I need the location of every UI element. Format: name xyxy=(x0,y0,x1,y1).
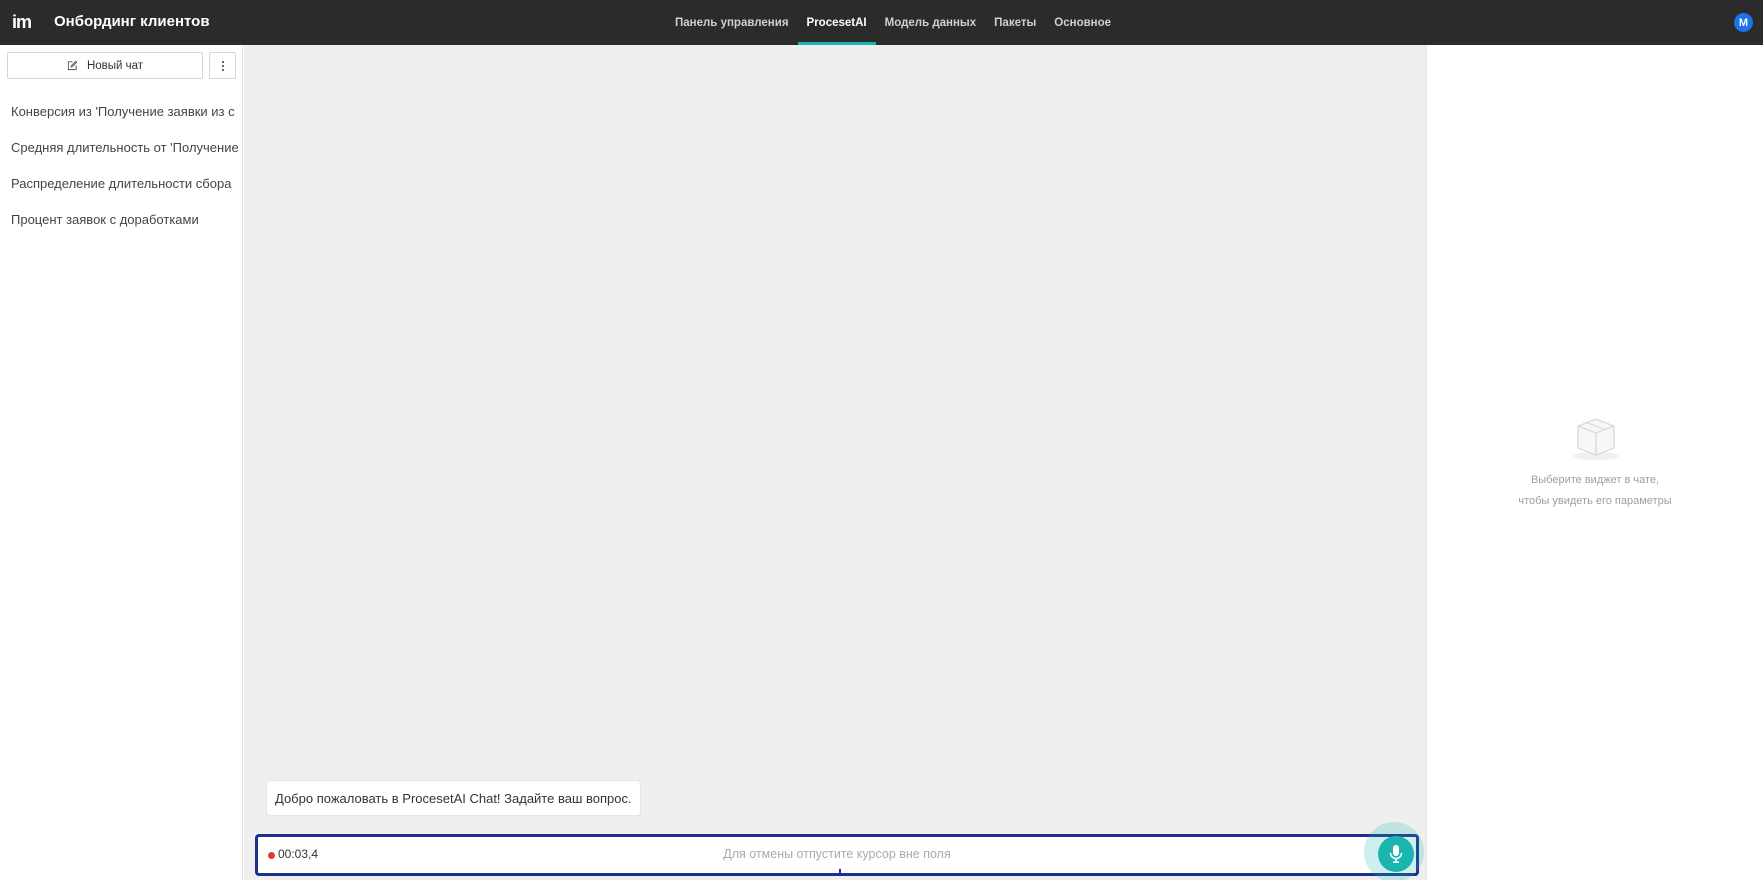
welcome-message: Добро пожаловать в ProcesetAI Chat! Зада… xyxy=(266,780,641,816)
edit-icon xyxy=(67,60,78,71)
chat-history-list: Конверсия из 'Получение заявки из с Сред… xyxy=(0,93,238,237)
more-options-button[interactable] xyxy=(209,52,236,79)
tab-procesetai[interactable]: ProcesetAI xyxy=(797,0,876,45)
app-logo[interactable]: im xyxy=(12,12,32,33)
new-chat-label: Новый чат xyxy=(86,59,144,72)
avatar[interactable]: M xyxy=(1734,13,1753,32)
new-chat-button[interactable]: Новый чат xyxy=(7,52,203,79)
voice-input-field[interactable]: 00:03,4 Для отмены отпустите курсор вне … xyxy=(255,834,1419,876)
empty-box-icon xyxy=(1573,418,1619,460)
chat-history-item[interactable]: Конверсия из 'Получение заявки из с xyxy=(0,93,238,129)
widget-settings-panel: Выберите виджет в чате, чтобы увидеть ег… xyxy=(1426,45,1763,880)
tab-general[interactable]: Основное xyxy=(1045,0,1120,45)
chat-history-item[interactable]: Средняя длительность от 'Получение xyxy=(0,129,238,165)
page-title: Онбординг клиентов xyxy=(54,13,210,30)
microphone-button[interactable] xyxy=(1378,836,1414,872)
tab-packages[interactable]: Пакеты xyxy=(985,0,1045,45)
empty-state-line-1: Выберите виджет в чате, xyxy=(1530,474,1660,486)
chat-history-item[interactable]: Распределение длительности сбора xyxy=(0,165,238,201)
chat-area: Добро пожаловать в ProcesetAI Chat! Зада… xyxy=(244,45,1426,880)
top-bar: im Онбординг клиентов Панель управления … xyxy=(0,0,1763,45)
main-nav: Панель управления ProcesetAI Модель данн… xyxy=(666,0,1120,45)
more-vertical-icon xyxy=(221,60,224,71)
empty-state-text: Выберите виджет в чате, чтобы увидеть ег… xyxy=(1427,470,1763,512)
tab-dashboard[interactable]: Панель управления xyxy=(666,0,798,45)
text-cursor xyxy=(839,869,841,876)
empty-state-line-2: чтобы увидеть его параметры xyxy=(1518,495,1672,507)
tab-data-model[interactable]: Модель данных xyxy=(876,0,986,45)
chat-sidebar: Новый чат Конверсия из 'Получение заявки… xyxy=(0,45,243,880)
microphone-icon xyxy=(1389,845,1403,864)
chat-history-item[interactable]: Процент заявок с доработками xyxy=(0,201,238,237)
cancel-hint: Для отмены отпустите курсор вне поля xyxy=(723,847,951,861)
